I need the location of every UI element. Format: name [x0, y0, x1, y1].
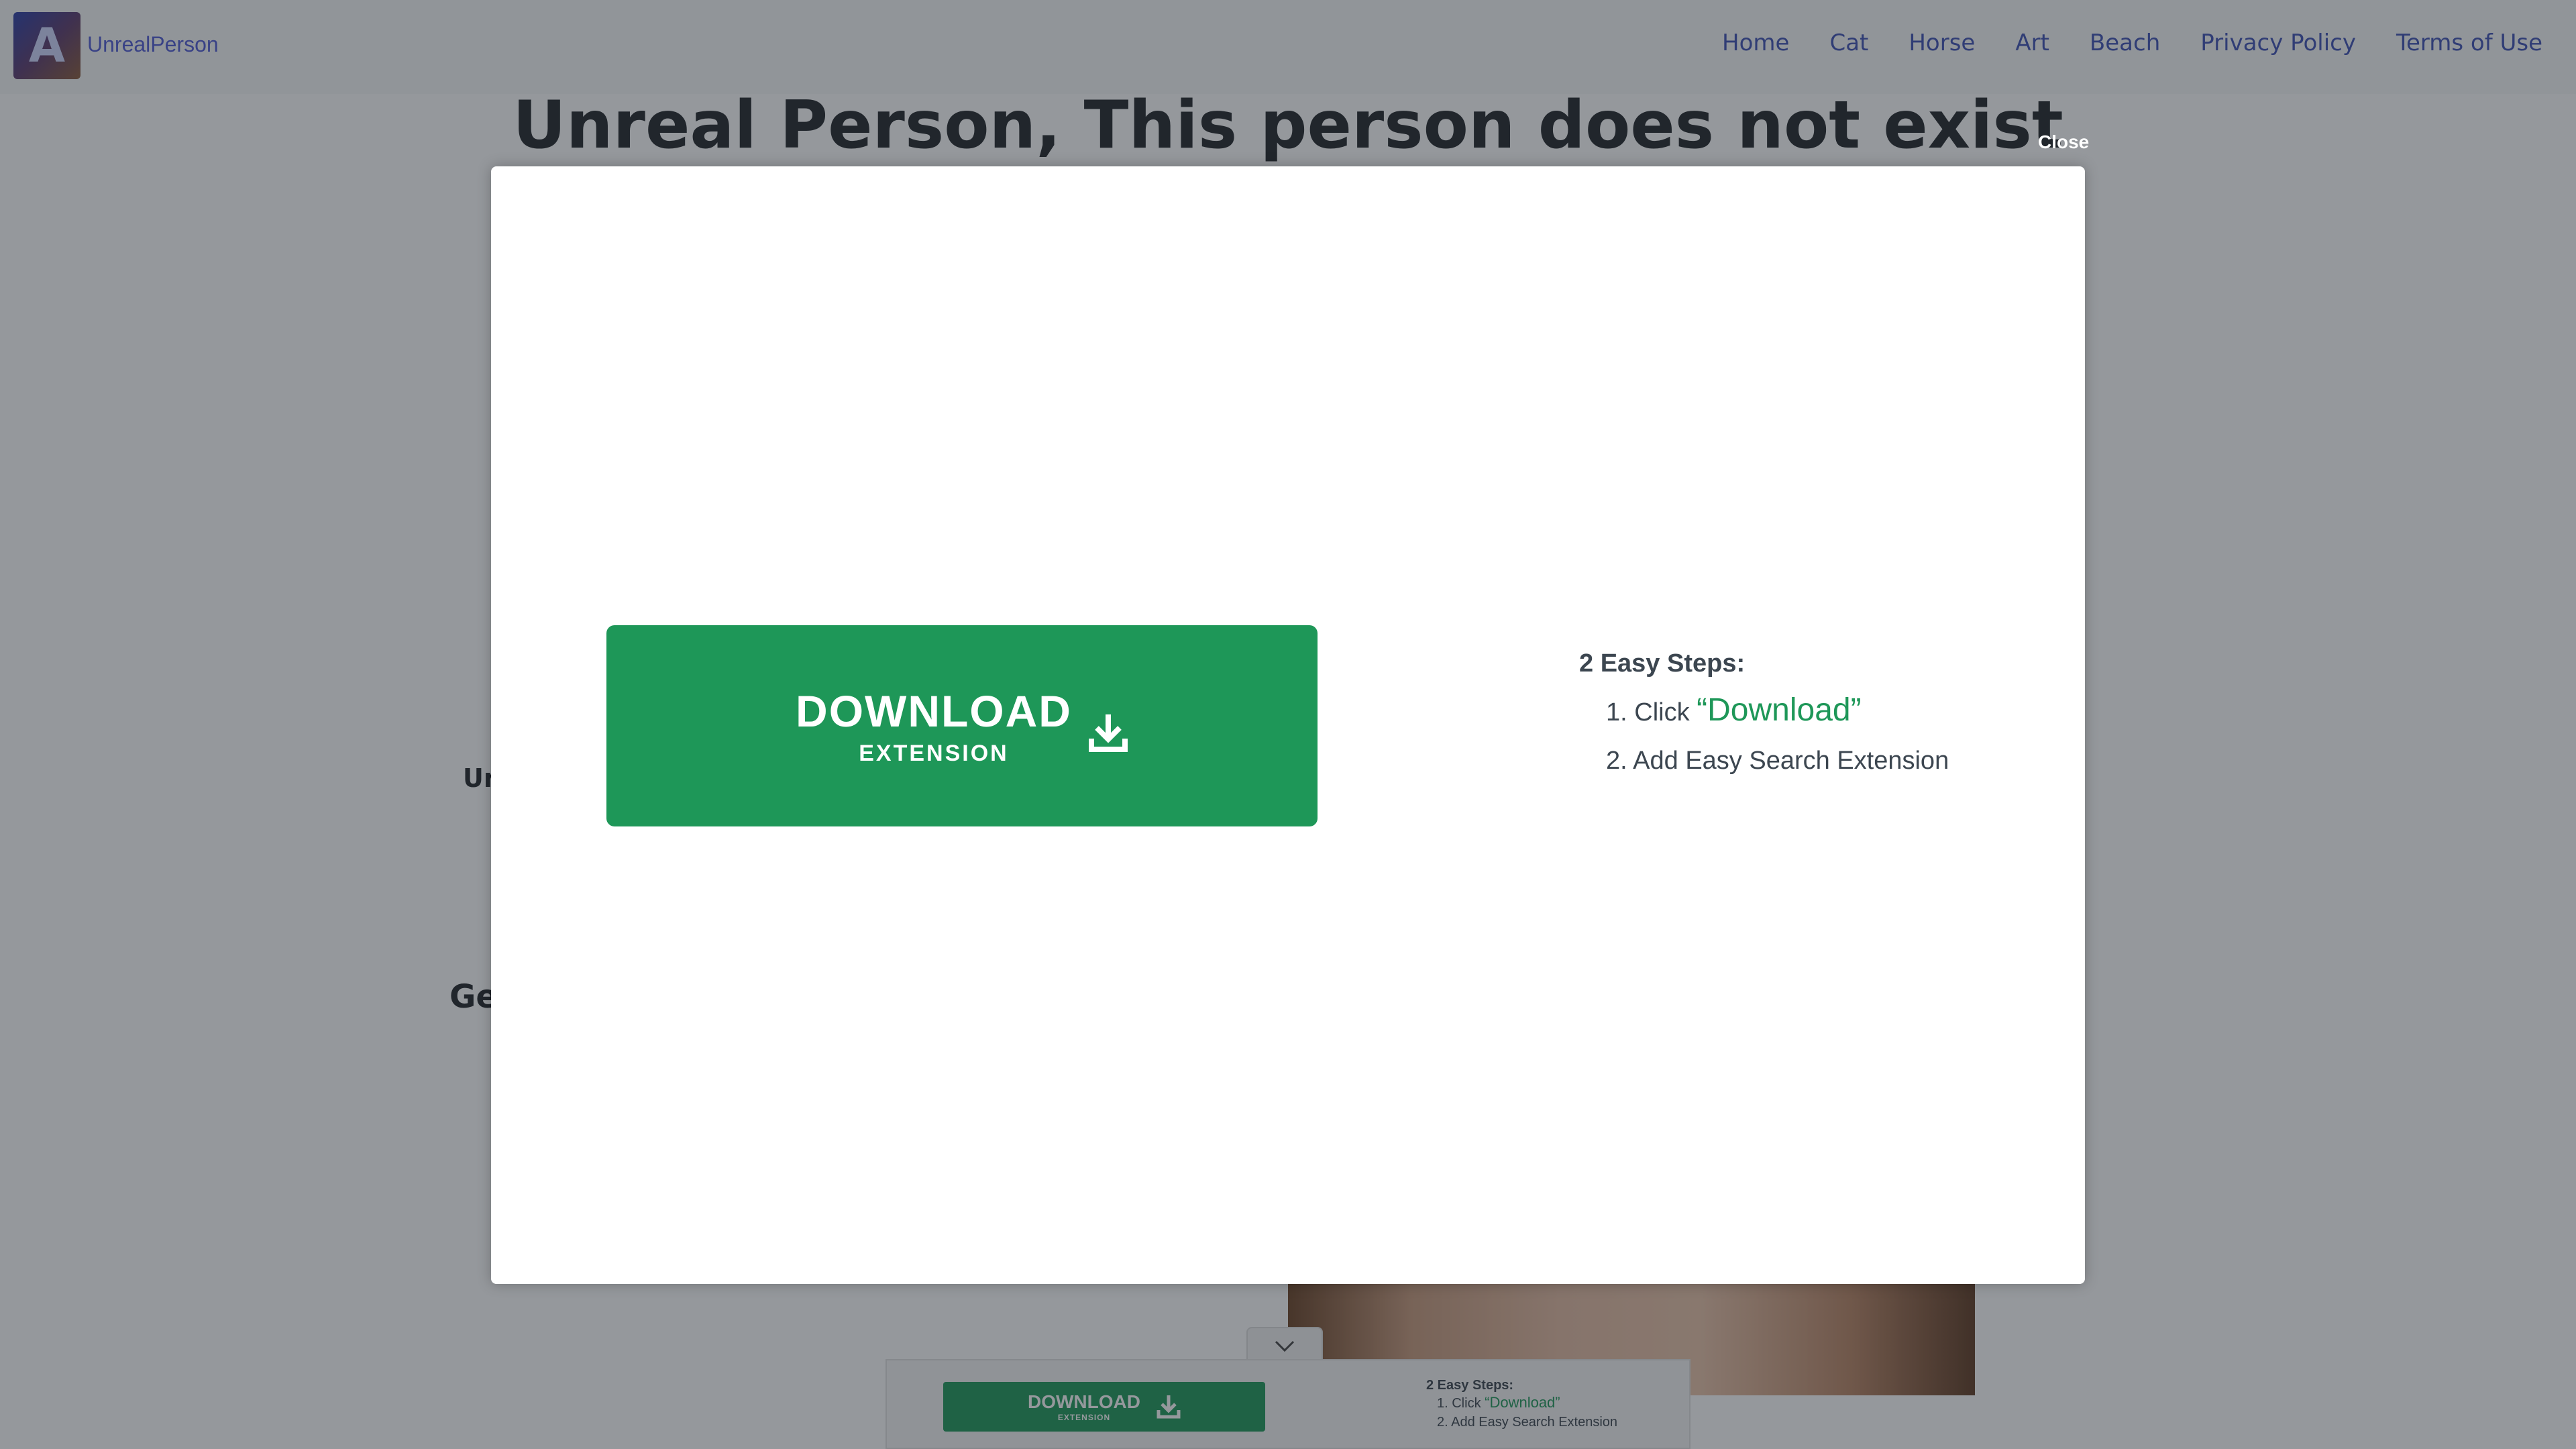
step-2: 2. Add Easy Search Extension: [1606, 747, 1949, 775]
steps-title: 2 Easy Steps:: [1579, 649, 1746, 678]
download-button-text: DOWNLOAD EXTENSION: [796, 686, 1072, 767]
step-1-prefix: 1. Click: [1606, 698, 1697, 727]
install-steps: 2 Easy Steps: 1. Click “Download” 2. Add…: [1579, 649, 1949, 785]
download-extension-button[interactable]: DOWNLOAD EXTENSION: [606, 625, 1318, 826]
step-1: 1. Click “Download”: [1606, 686, 1949, 737]
download-icon: [1088, 714, 1128, 752]
step-1-highlight: “Download”: [1697, 692, 1862, 728]
extension-label: EXTENSION: [859, 740, 1009, 766]
close-button[interactable]: Close: [2038, 131, 2089, 153]
download-label: DOWNLOAD: [796, 686, 1072, 736]
ad-modal: DOWNLOAD EXTENSION 2 Easy Steps: 1. Clic…: [491, 166, 2085, 1284]
